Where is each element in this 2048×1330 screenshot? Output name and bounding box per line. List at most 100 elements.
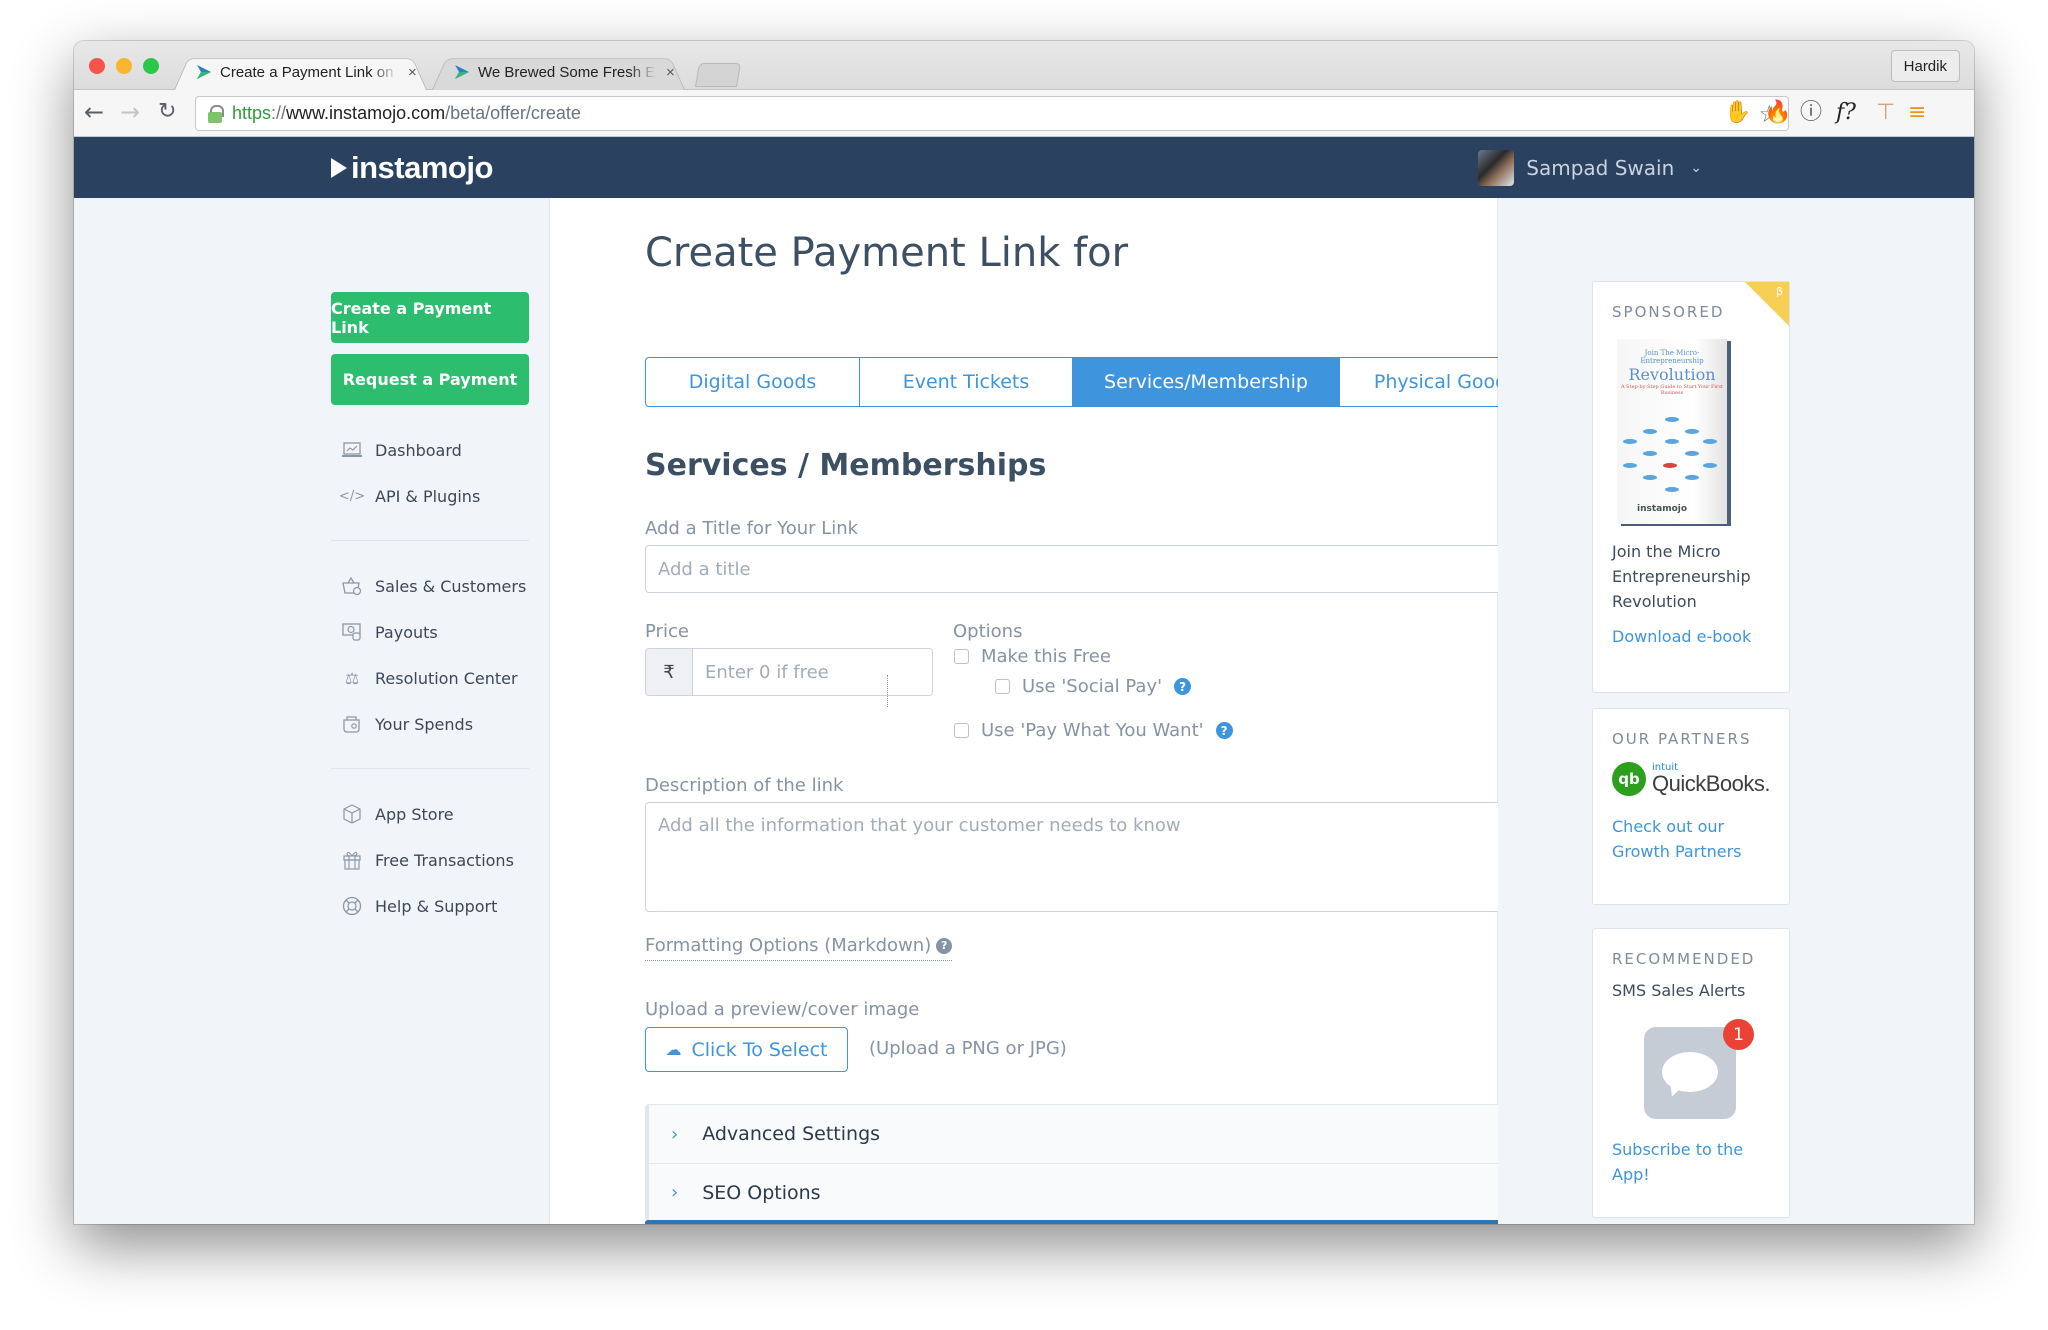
- card-heading: RECOMMENDED: [1612, 950, 1756, 968]
- minimize-window-button[interactable]: [116, 58, 132, 74]
- formatting-options-link[interactable]: Formatting Options (Markdown) ?: [645, 935, 953, 961]
- submit-button-edge[interactable]: [645, 1220, 1552, 1224]
- pay-what-you-want-checkbox[interactable]: [954, 723, 969, 738]
- sidebar-item-payouts[interactable]: Payouts: [341, 621, 438, 643]
- rupee-currency-icon: ₹: [646, 649, 693, 695]
- left-sidebar: Create a Payment Link Request a Payment …: [74, 198, 549, 1224]
- beta-mark: β: [1775, 285, 1783, 298]
- sms-app-icon[interactable]: 1: [1644, 1019, 1754, 1119]
- forward-arrow-icon[interactable]: →: [120, 100, 140, 124]
- dashboard-icon: [341, 439, 363, 461]
- help-icon[interactable]: ?: [1215, 722, 1233, 739]
- url-path: /beta/offer/create: [445, 103, 581, 123]
- fish-graphic: [1703, 463, 1717, 468]
- fish-graphic: [1623, 463, 1637, 468]
- book-tagline: A Step-by-Step Guide to Start Your First…: [1620, 384, 1724, 396]
- right-sidebar: β SPONSORED Join The Micro-Entrepreneurs…: [1498, 198, 1974, 1224]
- create-payment-link-button[interactable]: Create a Payment Link: [331, 292, 529, 343]
- growth-partners-link[interactable]: Check out our Growth Partners: [1612, 814, 1770, 864]
- description-textarea[interactable]: [645, 802, 1552, 912]
- site-header: instamojo Sampad Swain ⌄: [74, 137, 1974, 198]
- sidebar-item-sales-customers[interactable]: Sales & Customers: [341, 575, 526, 597]
- chevron-right-icon: ›: [671, 1123, 679, 1145]
- tab-digital-goods[interactable]: Digital Goods: [646, 358, 860, 406]
- fish-graphic: [1703, 439, 1717, 444]
- back-arrow-icon[interactable]: ←: [84, 100, 104, 124]
- tab-close-icon[interactable]: ×: [666, 64, 675, 81]
- social-pay-option[interactable]: Use 'Social Pay' ?: [995, 676, 1192, 697]
- book-title: Revolution: [1628, 365, 1716, 384]
- menu-icon[interactable]: ≡: [1908, 99, 1926, 127]
- ebook-cover-image[interactable]: Join The Micro-Entrepreneurship Revoluti…: [1617, 339, 1767, 529]
- quickbooks-logo[interactable]: qb intuit QuickBooks.: [1612, 762, 1771, 796]
- title-input[interactable]: [645, 545, 1552, 593]
- sidebar-item-label: Sales & Customers: [375, 576, 527, 596]
- sidebar-item-dashboard[interactable]: Dashboard: [341, 439, 462, 461]
- address-bar[interactable]: https://www.instamojo.com/beta/offer/cre…: [195, 96, 1789, 131]
- chevron-down-icon: ⌄: [1690, 160, 1702, 176]
- recommended-title: SMS Sales Alerts: [1612, 981, 1746, 1000]
- browser-tab-strip: Create a Payment Link on Instamojo × We …: [74, 41, 1974, 90]
- maximize-window-button[interactable]: [143, 58, 159, 74]
- sidebar-item-api-plugins[interactable]: </> API & Plugins: [339, 485, 480, 507]
- upload-label: Upload a preview/cover image: [645, 999, 920, 1020]
- notification-badge: 1: [1723, 1019, 1754, 1050]
- url-scheme: https: [232, 103, 272, 123]
- tab-close-icon[interactable]: ×: [408, 64, 417, 81]
- sidebar-item-your-spends[interactable]: Your Spends: [341, 713, 473, 735]
- price-label: Price: [645, 621, 689, 642]
- reload-icon[interactable]: ↻: [158, 100, 176, 124]
- social-pay-checkbox[interactable]: [995, 679, 1010, 694]
- tab-title: We Brewed Some Fresh Experiences: [478, 63, 656, 81]
- fish-graphic: [1643, 429, 1657, 434]
- sidebar-item-help-support[interactable]: Help & Support: [341, 895, 497, 917]
- pay-what-you-want-option[interactable]: Use 'Pay What You Want' ?: [954, 720, 1233, 741]
- quickbooks-mark-icon: qb: [1612, 762, 1646, 796]
- whatfont-icon[interactable]: f?: [1836, 99, 1856, 127]
- fish-graphic: [1643, 451, 1657, 456]
- fish-graphic: [1665, 417, 1679, 422]
- make-free-option[interactable]: Make this Free: [954, 646, 1111, 667]
- click-to-select-button[interactable]: ☁ Click To Select: [645, 1027, 848, 1072]
- partners-card: OUR PARTNERS qb intuit QuickBooks. Check…: [1592, 708, 1790, 905]
- sidebar-item-label: Resolution Center: [375, 668, 518, 688]
- browser-tab-active[interactable]: Create a Payment Link on Instamojo ×: [174, 54, 427, 90]
- instamojo-logo[interactable]: instamojo: [331, 150, 493, 186]
- adblock-icon[interactable]: ✋: [1724, 99, 1751, 127]
- social-pay-label: Use 'Social Pay': [1022, 676, 1163, 697]
- hotspot-flame-icon[interactable]: 🔥: [1764, 99, 1791, 127]
- user-menu[interactable]: Sampad Swain ⌄: [1478, 150, 1702, 186]
- chevron-right-icon: ›: [671, 1182, 679, 1203]
- url-separator: ://: [271, 103, 287, 123]
- new-tab-button[interactable]: [694, 63, 742, 87]
- onepassword-icon[interactable]: ⓘ: [1800, 99, 1822, 127]
- request-payment-button[interactable]: Request a Payment: [331, 354, 529, 405]
- section-title: Services / Memberships: [645, 448, 1047, 483]
- close-window-button[interactable]: [89, 58, 105, 74]
- box-icon: [341, 803, 363, 825]
- tab-services-membership[interactable]: Services/Membership: [1073, 358, 1340, 406]
- tab-event-tickets[interactable]: Event Tickets: [860, 358, 1073, 406]
- sidebar-item-app-store[interactable]: App Store: [341, 803, 454, 825]
- help-icon[interactable]: ?: [1174, 678, 1192, 695]
- instamojo-favicon-icon: [197, 65, 211, 79]
- options-label: Options: [953, 621, 1023, 642]
- accordion-label: SEO Options: [702, 1181, 821, 1204]
- make-free-checkbox[interactable]: [954, 649, 969, 664]
- main-content: Create Payment Link for Digital Goods Ev…: [549, 198, 1552, 1224]
- advanced-settings-toggle[interactable]: › Advanced Settings: [646, 1105, 1551, 1163]
- sidebar-item-free-transactions[interactable]: Free Transactions: [341, 849, 514, 871]
- logo-text: instamojo: [351, 150, 493, 185]
- description-label: Description of the link: [645, 775, 844, 796]
- browser-tab-inactive[interactable]: We Brewed Some Fresh Experiences ×: [432, 54, 685, 90]
- price-input[interactable]: [693, 649, 932, 695]
- wallet-icon: [341, 713, 363, 735]
- sidebar-item-label: App Store: [375, 804, 454, 824]
- sidebar-item-resolution-center[interactable]: ⚖ Resolution Center: [341, 667, 518, 689]
- seo-options-toggle[interactable]: › SEO Options: [646, 1163, 1551, 1221]
- profile-button[interactable]: Hardik: [1890, 50, 1960, 82]
- subscribe-app-link[interactable]: Subscribe to the App!: [1612, 1137, 1770, 1187]
- signpost-icon[interactable]: ⊤: [1876, 99, 1895, 127]
- download-ebook-link[interactable]: Download e-book: [1612, 624, 1770, 649]
- fish-graphic: [1623, 439, 1637, 444]
